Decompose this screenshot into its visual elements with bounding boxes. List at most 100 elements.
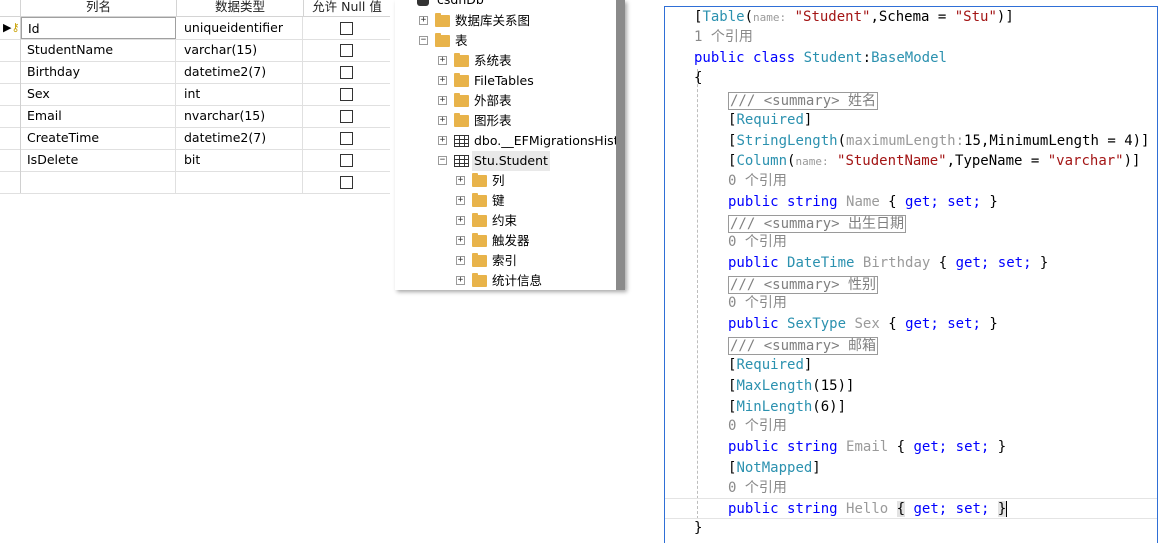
expand-icon[interactable]: +: [456, 216, 465, 225]
allow-null-cell: [304, 17, 390, 39]
folder-icon: [472, 193, 487, 207]
column-name-cell[interactable]: Id: [21, 17, 176, 39]
table-row[interactable]: StudentName varchar(15): [0, 39, 390, 62]
code-line: }: [694, 520, 703, 536]
code-line: 0 个引用: [728, 478, 787, 498]
database-icon: [417, 0, 429, 6]
code-line: 0 个引用: [728, 293, 787, 313]
table-row[interactable]: ▶⚷ Id uniqueidentifier: [0, 17, 390, 40]
folder-icon: [454, 73, 469, 87]
folder-icon: [454, 53, 469, 67]
expand-icon[interactable]: +: [438, 116, 447, 125]
table-row[interactable]: IsDelete bit: [0, 149, 390, 172]
collapsed-summary[interactable]: /// <summary> 姓名: [728, 92, 879, 110]
current-code-line[interactable]: public string Hello { get; set; }: [665, 498, 1157, 519]
allow-null-checkbox[interactable]: [340, 132, 353, 145]
code-line: public DateTime Birthday { get; set; }: [728, 255, 1049, 271]
grid-header: 列名 数据类型 允许 Null 值: [0, 0, 390, 17]
tree-scrollbar[interactable]: [616, 0, 625, 290]
row-selector[interactable]: [0, 83, 21, 105]
collapsed-summary[interactable]: /// <summary> 出生日期: [728, 215, 907, 233]
row-selector[interactable]: [0, 171, 21, 193]
expand-icon[interactable]: +: [438, 96, 447, 105]
allow-null-cell: [304, 127, 390, 149]
folder-icon: [454, 93, 469, 107]
expand-icon[interactable]: +: [456, 176, 465, 185]
code-line: public class Student:BaseModel: [694, 50, 947, 66]
code-line: 0 个引用: [728, 171, 787, 191]
data-type-cell[interactable]: bit: [177, 149, 303, 171]
data-type-cell[interactable]: int: [177, 83, 303, 105]
allow-null-checkbox[interactable]: [340, 88, 353, 101]
allow-null-checkbox[interactable]: [340, 22, 353, 35]
table-icon: [454, 135, 469, 147]
code-line: [StringLength(maximumLength:15,MinimumLe…: [728, 133, 1150, 149]
data-type-header[interactable]: 数据类型: [177, 0, 304, 16]
folder-icon: [435, 33, 450, 47]
code-editor[interactable]: [Table(name: "Student",Schema = "Stu")] …: [664, 6, 1158, 543]
expand-icon[interactable]: +: [438, 56, 447, 65]
code-line: [Column(name: "StudentName",TypeName = "…: [728, 153, 1141, 169]
allow-null-checkbox[interactable]: [340, 110, 353, 123]
code-line: /// <summary> 出生日期: [728, 214, 907, 234]
row-selector[interactable]: [0, 149, 21, 171]
allow-null-cell: [304, 39, 390, 61]
reference-count[interactable]: 0 个引用: [728, 295, 787, 311]
allow-null-checkbox[interactable]: [340, 44, 353, 57]
collapse-icon[interactable]: −: [419, 36, 428, 45]
column-name-cell[interactable]: Email: [21, 105, 176, 127]
row-selector[interactable]: [0, 127, 21, 149]
table-row[interactable]: CreateTime datetime2(7): [0, 127, 390, 150]
column-name-header[interactable]: 列名: [21, 0, 177, 16]
data-type-cell[interactable]: varchar(15): [177, 39, 303, 61]
row-selector[interactable]: [0, 61, 21, 83]
object-explorer-tree: csdnDb + 数据库关系图 − 表 + 系统表 + FileTables +…: [395, 0, 625, 290]
row-selector[interactable]: ▶⚷: [0, 17, 21, 39]
table-row[interactable]: Sex int: [0, 83, 390, 106]
table-row[interactable]: Email nvarchar(15): [0, 105, 390, 128]
code-line: public SexType Sex { get; set; }: [728, 316, 998, 332]
data-type-cell[interactable]: uniqueidentifier: [177, 17, 303, 39]
row-selector[interactable]: [0, 105, 21, 127]
reference-count[interactable]: 0 个引用: [728, 173, 787, 189]
column-name-cell[interactable]: StudentName: [21, 39, 176, 61]
expand-icon[interactable]: +: [438, 136, 447, 145]
data-type-cell[interactable]: datetime2(7): [177, 127, 303, 149]
table-row-empty[interactable]: [0, 171, 390, 194]
row-selector[interactable]: [0, 39, 21, 61]
column-name-cell[interactable]: IsDelete: [21, 149, 176, 171]
collapse-icon[interactable]: −: [438, 156, 447, 165]
expand-icon[interactable]: +: [456, 236, 465, 245]
collapsed-summary[interactable]: /// <summary> 邮箱: [728, 337, 879, 355]
code-line: 1 个引用: [694, 27, 753, 47]
code-line: [MinLength(6)]: [728, 399, 847, 415]
expand-icon[interactable]: +: [456, 196, 465, 205]
data-type-cell[interactable]: [177, 171, 303, 193]
expand-icon[interactable]: +: [456, 256, 465, 265]
allow-null-checkbox[interactable]: [340, 154, 353, 167]
reference-count[interactable]: 0 个引用: [728, 480, 787, 496]
row-selector-header: [0, 0, 21, 16]
data-type-cell[interactable]: nvarchar(15): [177, 105, 303, 127]
code-line: /// <summary> 性别: [728, 275, 879, 295]
folder-icon: [472, 253, 487, 267]
expand-icon[interactable]: +: [419, 16, 428, 25]
allow-null-cell: [304, 61, 390, 83]
expand-icon[interactable]: +: [456, 276, 465, 285]
column-name-cell[interactable]: CreateTime: [21, 127, 176, 149]
reference-count[interactable]: 0 个引用: [728, 418, 787, 434]
column-name-cell[interactable]: Birthday: [21, 61, 176, 83]
code-line: [Required]: [728, 357, 813, 373]
data-type-cell[interactable]: datetime2(7): [177, 61, 303, 83]
folder-icon: [472, 173, 487, 187]
table-row[interactable]: Birthday datetime2(7): [0, 61, 390, 84]
reference-count[interactable]: 0 个引用: [728, 234, 787, 250]
collapsed-summary[interactable]: /// <summary> 性别: [728, 276, 879, 294]
reference-count[interactable]: 1 个引用: [694, 29, 753, 45]
column-name-cell[interactable]: [21, 171, 176, 193]
column-name-cell[interactable]: Sex: [21, 83, 176, 105]
allow-null-checkbox[interactable]: [340, 66, 353, 79]
expand-icon[interactable]: +: [438, 76, 447, 85]
allow-null-checkbox[interactable]: [340, 176, 353, 189]
allow-null-header[interactable]: 允许 Null 值: [304, 0, 390, 16]
